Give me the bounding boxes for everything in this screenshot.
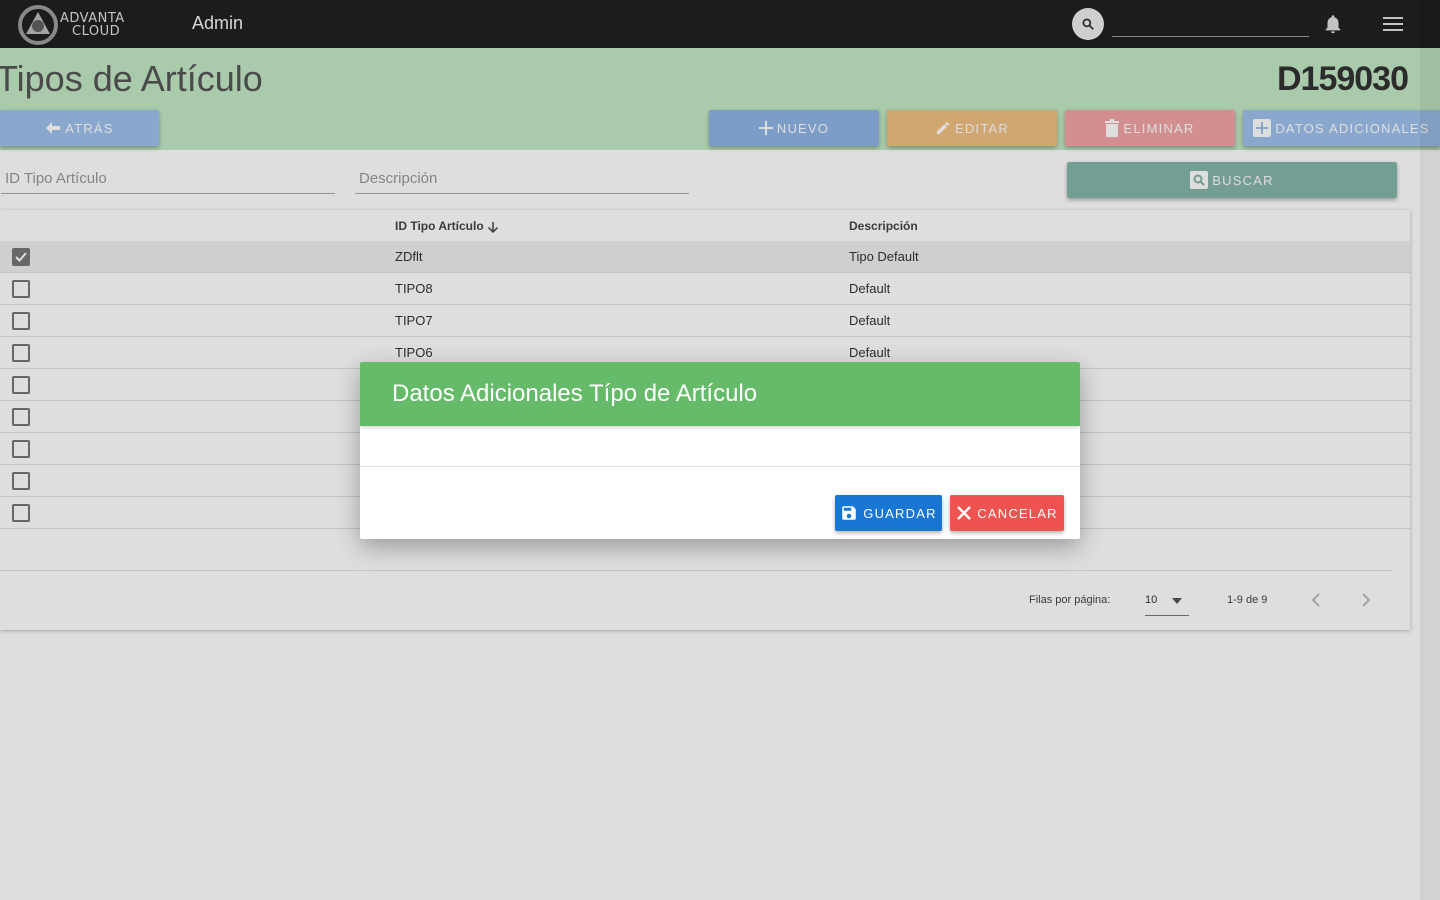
- additional-data-dialog: Datos Adicionales Típo de Artículo GUARD…: [360, 362, 1080, 539]
- cancel-button-label: CANCELAR: [977, 505, 1058, 521]
- close-icon: [957, 506, 972, 520]
- save-button[interactable]: GUARDAR: [835, 495, 942, 531]
- dialog-header: Datos Adicionales Típo de Artículo: [360, 362, 1080, 426]
- dialog-divider: [360, 466, 1080, 467]
- dialog-title: Datos Adicionales Típo de Artículo: [392, 380, 758, 407]
- page-scrollbar[interactable]: [1420, 0, 1440, 900]
- save-button-label: GUARDAR: [863, 505, 937, 521]
- cancel-button[interactable]: CANCELAR: [950, 495, 1064, 531]
- floppy-disk-icon: [842, 506, 857, 520]
